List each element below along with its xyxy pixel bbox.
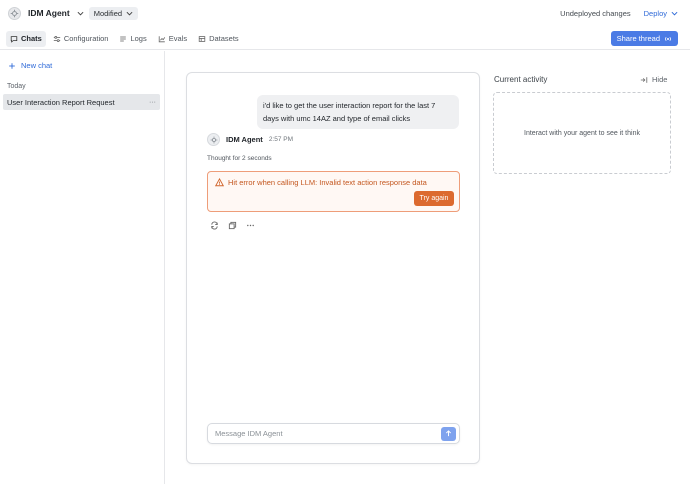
more-horizontal-icon[interactable] — [246, 221, 255, 230]
message-input[interactable] — [215, 429, 441, 438]
copy-icon[interactable] — [228, 221, 237, 230]
table-icon — [198, 35, 206, 42]
undeployed-changes-label[interactable]: Undeployed changes — [560, 9, 630, 18]
tab-label: Logs — [130, 34, 147, 43]
user-message: i'd like to get the user interaction rep… — [257, 95, 459, 129]
agent-title[interactable]: IDM Agent — [28, 8, 70, 18]
sidebar: New chat Today User Interaction Report R… — [0, 51, 165, 484]
collapse-right-icon — [640, 76, 648, 83]
current-activity-title: Current activity — [494, 75, 548, 84]
tab-evals[interactable]: Evals — [154, 31, 191, 47]
logs-icon — [120, 36, 127, 41]
gear-icon — [210, 136, 217, 143]
message-actions — [210, 221, 255, 230]
thought-duration[interactable]: Thought for 2 seconds — [207, 155, 272, 162]
tab-datasets[interactable]: Datasets — [194, 31, 243, 47]
message-time: 2:57 PM — [268, 136, 294, 143]
warning-icon — [215, 178, 224, 187]
agent-avatar — [207, 133, 220, 146]
chat-list-item[interactable]: User Interaction Report Request ··· — [3, 94, 160, 110]
more-options-icon[interactable]: ··· — [149, 99, 156, 106]
section-label-today: Today — [7, 83, 26, 90]
agent-message-header: IDM Agent 2:57 PM — [207, 133, 293, 146]
chevron-down-icon — [671, 11, 678, 15]
top-bar: IDM Agent Modified Undeployed changes De… — [0, 0, 690, 26]
tab-label: Configuration — [63, 34, 109, 43]
agent-name: IDM Agent — [226, 135, 263, 144]
error-message: Hit error when calling LLM: Invalid text… — [228, 178, 427, 187]
agent-chevron-down-icon[interactable] — [76, 9, 85, 18]
chat-title: User Interaction Report Request — [7, 97, 115, 107]
tab-chats[interactable]: Chats — [6, 30, 46, 47]
tab-label: Chats — [21, 34, 42, 43]
hide-activity-button[interactable]: Hide — [640, 75, 667, 84]
new-chat-button[interactable]: New chat — [8, 61, 52, 70]
chart-icon — [158, 35, 165, 42]
status-label: Modified — [93, 8, 123, 18]
activity-empty-text: Interact with your agent to see it think — [524, 129, 640, 137]
message-composer — [207, 423, 460, 444]
share-thread-button[interactable]: Share thread — [610, 31, 678, 46]
arrow-up-icon — [445, 430, 452, 437]
deploy-label: Deploy — [643, 8, 667, 18]
deploy-button[interactable]: Deploy — [644, 9, 678, 18]
sliders-icon — [53, 35, 61, 42]
broadcast-icon — [665, 36, 671, 41]
error-callout: Hit error when calling LLM: Invalid text… — [207, 171, 460, 212]
plus-icon — [9, 62, 15, 69]
try-again-button[interactable]: Try again — [414, 191, 454, 206]
retry-icon[interactable] — [210, 221, 219, 230]
chat-panel: i'd like to get the user interaction rep… — [186, 72, 480, 464]
agent-logo-icon — [8, 6, 21, 20]
activity-placeholder: Interact with your agent to see it think — [493, 92, 671, 174]
tab-logs[interactable]: Logs — [115, 31, 150, 47]
tab-label: Evals — [168, 34, 188, 43]
send-button[interactable] — [441, 426, 456, 441]
new-chat-label: New chat — [21, 61, 53, 70]
share-label: Share thread — [616, 34, 660, 43]
hide-label: Hide — [652, 75, 668, 84]
tab-configuration[interactable]: Configuration — [49, 31, 113, 47]
status-dropdown[interactable]: Modified — [88, 6, 139, 20]
chevron-down-icon — [125, 9, 134, 18]
tab-bar: Chats Configuration Logs Evals Datasets … — [0, 28, 690, 50]
tab-label: Datasets — [209, 34, 239, 43]
chat-icon — [10, 35, 18, 43]
